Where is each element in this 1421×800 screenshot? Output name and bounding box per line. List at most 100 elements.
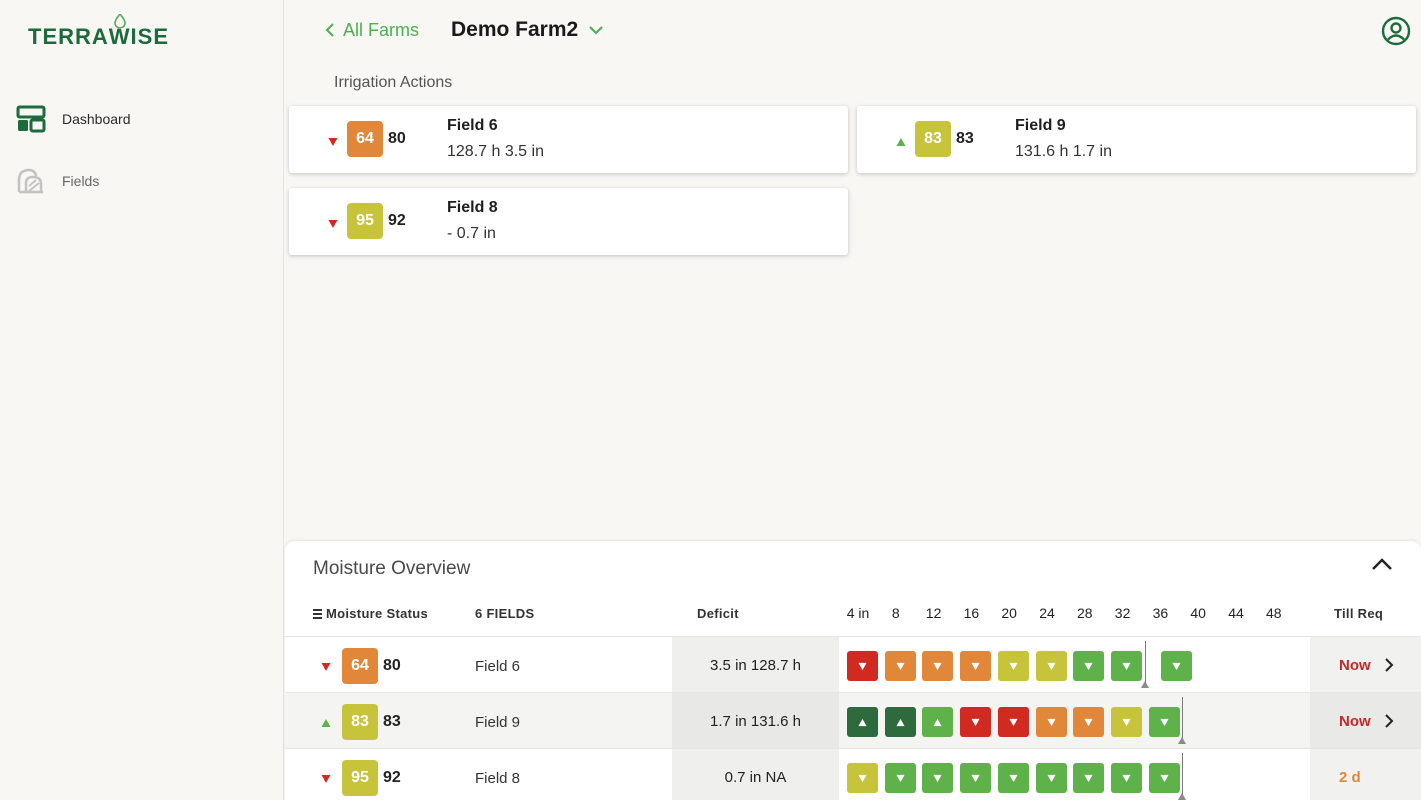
- chevron-right-icon[interactable]: [1384, 713, 1394, 734]
- main-content: All Farms Demo Farm2 Irrigation Actions …: [285, 0, 1421, 800]
- deficit-cell: 3.5 in 128.7 h: [672, 637, 839, 693]
- all-farms-link[interactable]: All Farms: [325, 20, 419, 41]
- depth-label: 32: [1114, 605, 1131, 621]
- moisture-depth-cell: [1035, 651, 1067, 681]
- depth-label: 24: [1039, 605, 1055, 621]
- deficit-header: Deficit: [697, 606, 739, 621]
- account-circle-icon[interactable]: [1381, 16, 1411, 51]
- farm-selector[interactable]: Demo Farm2: [451, 18, 604, 42]
- chevron-right-icon[interactable]: [1384, 657, 1394, 678]
- moisture-depth-cell: [847, 763, 878, 793]
- trend-down-icon: [1084, 662, 1093, 670]
- irrigation-detail: - 0.7 in: [447, 225, 496, 242]
- depth-label: 40: [1190, 605, 1206, 621]
- irrigation-card[interactable]: 64 80 Field 6 128.7 h 3.5 in: [289, 106, 848, 173]
- trend-down-icon: [1046, 662, 1056, 670]
- trend-down-icon: [971, 718, 980, 726]
- field-name[interactable]: Field 8: [475, 770, 520, 787]
- trend-down-icon: [933, 774, 942, 782]
- irrigation-card[interactable]: 83 83 Field 9 131.6 h 1.7 in: [857, 106, 1416, 173]
- deficit-unit: in: [735, 713, 747, 730]
- trend-down-icon: [1122, 774, 1131, 782]
- field-name[interactable]: Field 9: [475, 714, 520, 731]
- trend-down-icon: [321, 771, 331, 789]
- depth-label: 12: [925, 605, 942, 621]
- trend-up-icon: [321, 715, 331, 733]
- till-req-value: Now: [1339, 713, 1371, 730]
- sidebar-item-label: Fields: [62, 173, 100, 189]
- irrigation-detail: 128.7 h 3.5 in: [447, 143, 544, 160]
- moisture-depth-cell: [922, 707, 954, 737]
- moisture-depth-cell: [1073, 763, 1105, 793]
- topbar: All Farms Demo Farm2: [325, 18, 604, 42]
- trend-down-icon: [1172, 662, 1181, 670]
- moisture-score-badge: 64: [342, 648, 378, 684]
- trend-down-icon: [328, 216, 338, 234]
- deficit-amount: 3.5: [710, 657, 731, 674]
- moisture-score-badge: 83: [915, 121, 951, 157]
- depth-label: 48: [1266, 605, 1282, 621]
- deficit-hours: 131.6 h: [750, 713, 801, 730]
- depth-label: 44: [1228, 605, 1244, 621]
- moisture-overview-title: Moisture Overview: [313, 558, 471, 579]
- depth-label: 8: [891, 605, 900, 621]
- all-farms-label: All Farms: [343, 19, 419, 40]
- trend-down-icon: [971, 774, 980, 782]
- irrigation-detail: 131.6 h 1.7 in: [1015, 143, 1112, 160]
- moisture-score-badge: 95: [347, 203, 383, 239]
- moisture-depth-cell: [884, 707, 916, 737]
- field-name[interactable]: Field 6: [475, 658, 520, 675]
- irrigation-card[interactable]: 95 92 Field 8 - 0.7 in: [289, 188, 848, 255]
- trend-down-icon: [1122, 718, 1131, 726]
- moisture-depth-cell: [960, 763, 992, 793]
- logo-w: W: [109, 14, 131, 50]
- trend-down-icon: [1009, 718, 1018, 726]
- sort-icon: [313, 609, 322, 619]
- moisture-depth-cell: [960, 707, 992, 737]
- depth-label: 28: [1077, 605, 1093, 621]
- trend-down-icon: [1122, 662, 1131, 670]
- moisture-status-header[interactable]: Moisture Status: [313, 606, 428, 621]
- moisture-depth-cell: [1110, 651, 1142, 681]
- target-score: 83: [383, 713, 401, 730]
- moisture-depth-cell: [847, 707, 878, 737]
- sidebar-item-fields[interactable]: Fields: [16, 166, 99, 196]
- depth-label: 20: [1001, 605, 1017, 621]
- moisture-depth-cell: [922, 763, 954, 793]
- sidebar-item-dashboard[interactable]: Dashboard: [16, 104, 131, 134]
- trend-up-icon: [896, 718, 905, 726]
- trend-down-icon: [321, 659, 331, 677]
- root-depth-marker-tip: [1140, 681, 1149, 688]
- trend-down-icon: [328, 134, 338, 152]
- fields-count-header: 6 FIELDS: [475, 606, 535, 621]
- till-req-cell[interactable]: Now: [1310, 693, 1421, 749]
- field-name: Field 8: [447, 199, 498, 216]
- moisture-depth-cell: [884, 651, 916, 681]
- moisture-depth-cell: [1035, 707, 1067, 737]
- moisture-score-badge: 64: [347, 121, 383, 157]
- moisture-depth-cell: [1148, 763, 1180, 793]
- deficit-hours: NA: [765, 769, 787, 786]
- table-row[interactable]: 83 83 Field 9 1.7 in 131.6 h Now: [285, 693, 1421, 749]
- terrawise-logo[interactable]: TERRA W ISE: [28, 14, 169, 50]
- moisture-depth-cell: [960, 651, 992, 681]
- moisture-overview-panel: Moisture Overview Moisture Status 6 FIEL…: [285, 541, 1421, 800]
- depth-label: 4 in: [846, 605, 870, 621]
- moisture-status-label: Moisture Status: [326, 606, 429, 621]
- deficit-value: 0.7 in NA: [672, 769, 839, 786]
- fields-icon: [16, 166, 46, 196]
- trend-up-icon: [933, 718, 942, 726]
- till-req-cell[interactable]: 2 d: [1310, 749, 1421, 800]
- trend-down-icon: [971, 662, 980, 670]
- deficit-cell: 1.7 in 131.6 h: [672, 693, 839, 749]
- till-req-cell[interactable]: Now: [1310, 637, 1421, 693]
- target-score: 80: [383, 657, 401, 674]
- till-req-value: Now: [1339, 657, 1371, 674]
- root-depth-marker-tip: [1178, 737, 1187, 744]
- table-row[interactable]: 64 80 Field 6 3.5 in 128.7 h Now: [285, 637, 1421, 693]
- till-req-header: Till Req: [1334, 606, 1384, 621]
- moisture-depth-cell: [1148, 707, 1180, 737]
- moisture-depth-cell: [997, 763, 1029, 793]
- collapse-button[interactable]: [1371, 557, 1393, 576]
- table-row[interactable]: 95 92 Field 8 0.7 in NA 2 d: [285, 749, 1421, 800]
